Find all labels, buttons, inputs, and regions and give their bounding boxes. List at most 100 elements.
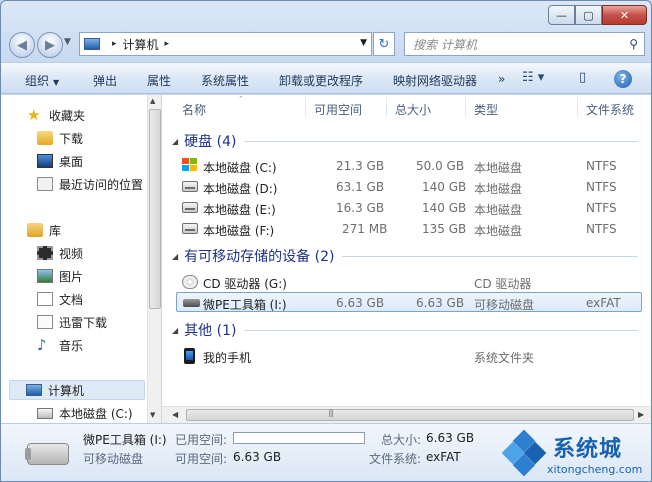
scroll-down-icon[interactable]: ▼ — [150, 411, 155, 419]
refresh-button[interactable]: ↻ — [373, 32, 395, 56]
column-header-file-system[interactable]: 文件系统 — [586, 101, 634, 118]
horizontal-scrollbar[interactable]: ◀ ||| ▶ — [162, 406, 651, 423]
drive-type: 本地磁盘 — [474, 161, 523, 175]
system-properties-button[interactable]: 系统属性 — [201, 72, 249, 89]
drive-fs: NTFS — [586, 159, 617, 173]
scroll-left-icon[interactable]: ◀ — [172, 410, 178, 419]
refresh-icon: ↻ — [378, 36, 390, 52]
horizontal-scrollbar-thumb[interactable] — [186, 409, 634, 421]
file-list-pane: ⌃ 名称 可用空间 总大小 类型 文件系统 ◢ 硬盘 (4) 本地磁盘 (C:)… — [162, 95, 651, 423]
address-bar[interactable]: ▸ 计算机 ▸ ▼ — [79, 32, 372, 56]
drive-fs: exFAT — [586, 296, 621, 310]
group-header-removable-devices[interactable]: ◢ 有可移动存储的设备 (2) — [172, 246, 642, 266]
group-header-other[interactable]: ◢ 其他 (1) — [172, 320, 642, 340]
collapse-triangle-icon[interactable]: ◢ — [172, 326, 178, 335]
eject-button[interactable]: 弹出 — [93, 72, 117, 89]
sidebar-item-label: 收藏夹 — [49, 108, 86, 123]
scrollbar-thumb[interactable] — [149, 109, 161, 309]
details-drive-name: 微PE工具箱 (I:) — [83, 433, 167, 447]
download-folder-icon — [37, 131, 53, 145]
hard-disk-icon — [182, 202, 198, 213]
windows-drive-icon — [182, 158, 198, 173]
navigation-bar: ◀ ▶ ▼ ▸ 计算机 ▸ ▼ ↻ 搜索 计算机 ⚲ — [1, 29, 651, 61]
sidebar-item-recent-places[interactable]: 最近访问的位置 — [37, 174, 143, 194]
chevron-down-icon: ▼ — [53, 78, 60, 87]
sidebar-item-label: 文档 — [59, 292, 84, 307]
sidebar-item-label: 库 — [49, 223, 62, 238]
details-fs-value: exFAT — [426, 450, 461, 464]
caption-buttons: — ▢ ✕ — [548, 5, 647, 25]
sidebar-item-music[interactable]: ♪ 音乐 — [37, 335, 83, 355]
close-button[interactable]: ✕ — [602, 5, 647, 25]
removable-drive-icon — [25, 443, 69, 465]
sidebar-item-local-disk-c[interactable]: 本地磁盘 (C:) — [37, 403, 133, 423]
table-row[interactable]: 本地磁盘 (E:) 16.3 GB 140 GB 本地磁盘 NTFS — [176, 198, 642, 218]
recent-pages-dropdown[interactable]: ▼ — [64, 37, 71, 47]
sidebar-item-label: 音乐 — [59, 338, 84, 353]
uninstall-program-button[interactable]: 卸载或更改程序 — [279, 72, 363, 89]
collapse-triangle-icon[interactable]: ◢ — [172, 137, 178, 146]
details-total-value: 6.63 GB — [426, 431, 475, 445]
address-dropdown-icon[interactable]: ▼ — [360, 38, 367, 48]
maximize-button[interactable]: ▢ — [575, 5, 602, 25]
drive-total: 140 GB — [422, 201, 467, 215]
minimize-button[interactable]: — — [548, 5, 575, 25]
breadcrumb-computer[interactable]: 计算机 — [123, 36, 159, 53]
drive-name: 本地磁盘 (E:) — [203, 203, 276, 217]
sidebar-item-computer[interactable]: 计算机 — [9, 380, 145, 400]
drive-fs: NTFS — [586, 201, 617, 215]
column-header-free-space[interactable]: 可用空间 — [314, 101, 362, 118]
command-bar: 组织 ▼ 弹出 属性 系统属性 卸载或更改程序 映射网络驱动器 » ☷ ▾ ▯ ? — [1, 62, 651, 94]
drive-free: 6.63 GB — [336, 296, 385, 310]
scroll-right-icon[interactable]: ▶ — [638, 410, 644, 419]
drive-type: 可移动磁盘 — [474, 298, 535, 312]
navigation-pane-scrollbar[interactable]: ▲ ▼ — [147, 95, 161, 423]
table-row[interactable]: 本地磁盘 (C:) 21.3 GB 50.0 GB 本地磁盘 NTFS — [176, 156, 642, 176]
scroll-up-icon[interactable]: ▲ — [150, 97, 155, 105]
column-header-total-size[interactable]: 总大小 — [395, 101, 431, 118]
drive-free: 21.3 GB — [336, 159, 385, 173]
sidebar-item-desktop[interactable]: 桌面 — [37, 151, 83, 171]
drive-total: 6.63 GB — [416, 296, 465, 310]
group-title: 硬盘 (4) — [184, 134, 237, 150]
sidebar-item-libraries[interactable]: 库 — [27, 220, 61, 240]
drive-free: 271 MB — [342, 222, 388, 236]
breadcrumb-separator[interactable]: ▸ — [165, 39, 170, 49]
drive-type: 本地磁盘 — [474, 224, 523, 238]
item-name: 我的手机 — [203, 351, 252, 365]
breadcrumb-separator[interactable]: ▸ — [112, 39, 117, 49]
forward-button[interactable]: ▶ — [37, 32, 63, 58]
sidebar-item-videos[interactable]: 视频 — [37, 243, 83, 263]
sidebar-item-thunder-downloads[interactable]: 迅雷下载 — [37, 312, 107, 332]
search-icon[interactable]: ⚲ — [629, 37, 638, 51]
organize-button[interactable]: 组织 ▼ — [25, 72, 59, 89]
details-free-value: 6.63 GB — [233, 450, 282, 464]
collapse-triangle-icon[interactable]: ◢ — [172, 252, 178, 261]
sidebar-item-documents[interactable]: 文档 — [37, 289, 83, 309]
map-network-drive-button[interactable]: 映射网络驱动器 — [393, 72, 477, 89]
phone-icon — [184, 348, 195, 364]
table-row-selected[interactable]: 微PE工具箱 (I:) 6.63 GB 6.63 GB 可移动磁盘 exFAT — [176, 292, 642, 312]
search-input[interactable]: 搜索 计算机 ⚲ — [404, 32, 645, 56]
table-row[interactable]: 本地磁盘 (F:) 271 MB 135 GB 本地磁盘 NTFS — [176, 219, 642, 239]
column-header-name[interactable]: 名称 — [182, 101, 206, 118]
sidebar-item-favorites[interactable]: ★ 收藏夹 — [27, 105, 85, 125]
help-icon[interactable]: ? — [614, 70, 632, 88]
table-row[interactable]: CD 驱动器 (G:) CD 驱动器 — [176, 272, 642, 292]
back-button[interactable]: ◀ — [9, 32, 35, 58]
desktop-icon — [37, 154, 53, 168]
preview-pane-icon[interactable]: ▯ — [579, 70, 586, 85]
table-row[interactable]: 我的手机 系统文件夹 — [176, 346, 642, 366]
change-view-icon[interactable]: ☷ ▾ — [522, 70, 544, 85]
drive-free: 63.1 GB — [336, 180, 385, 194]
pictures-icon — [37, 269, 53, 283]
more-commands-button[interactable]: » — [498, 72, 505, 86]
column-header-type[interactable]: 类型 — [474, 101, 498, 118]
properties-button[interactable]: 属性 — [147, 72, 171, 89]
sidebar-item-pictures[interactable]: 图片 — [37, 266, 83, 286]
hard-disk-icon — [182, 181, 198, 192]
group-header-hard-disks[interactable]: ◢ 硬盘 (4) — [172, 131, 642, 151]
drive-total: 140 GB — [422, 180, 467, 194]
table-row[interactable]: 本地磁盘 (D:) 63.1 GB 140 GB 本地磁盘 NTFS — [176, 177, 642, 197]
sidebar-item-downloads[interactable]: 下载 — [37, 128, 83, 148]
